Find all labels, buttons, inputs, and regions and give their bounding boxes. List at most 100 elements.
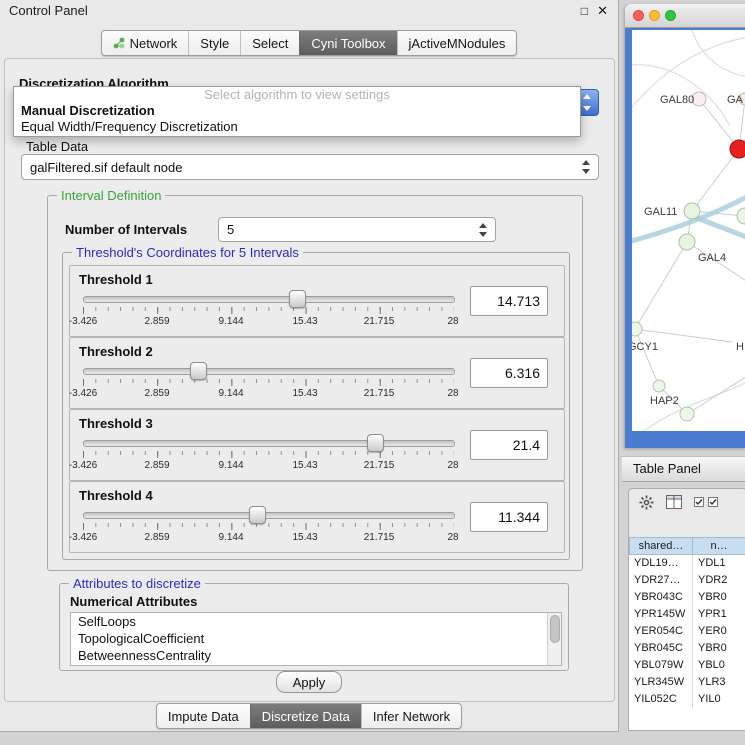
scrollbar[interactable] <box>547 613 561 665</box>
threshold-value-field[interactable]: 21.4 <box>470 430 548 460</box>
network-canvas[interactable]: GAL80GAGAL11GAL4GCY1HHAP2 <box>632 30 745 431</box>
column-header-name[interactable]: n… <box>693 537 745 555</box>
table-row[interactable]: YIL052CYIL0 <box>629 691 745 708</box>
numerical-attributes-list[interactable]: SelfLoopsTopologicalCoefficientBetweenne… <box>70 612 562 666</box>
slider-track[interactable] <box>83 512 455 519</box>
table-panel-header[interactable]: Table Panel <box>622 456 745 482</box>
scrollbar-thumb[interactable] <box>550 615 560 643</box>
table-cell[interactable]: YDL1 <box>693 555 745 572</box>
table-row[interactable]: YBR045CYBR0 <box>629 640 745 657</box>
dropdown-option-equal-width[interactable]: Equal Width/Frequency Discretization <box>14 119 580 135</box>
table-cell[interactable]: YPR1 <box>693 606 745 623</box>
threshold-value-field[interactable]: 14.713 <box>470 286 548 316</box>
tab-impute-data[interactable]: Impute Data <box>157 704 250 728</box>
table-cell[interactable]: YPR145W <box>629 606 693 623</box>
table-data-combobox[interactable]: galFiltered.sif default node <box>21 154 599 180</box>
gear-icon[interactable] <box>639 495 654 510</box>
slider-scale-label: 15.43 <box>292 460 317 471</box>
attribute-list-item[interactable]: BetweennessCentrality <box>71 647 561 664</box>
slider-thumb[interactable] <box>249 506 266 524</box>
table-cell[interactable]: YBL079W <box>629 657 693 674</box>
close-icon[interactable]: ✕ <box>597 0 608 22</box>
table-row[interactable]: YBR043CYBR0 <box>629 589 745 606</box>
number-of-intervals-label: Number of Intervals <box>65 222 187 237</box>
network-edge <box>699 99 739 149</box>
network-node[interactable] <box>737 208 745 224</box>
slider-track[interactable] <box>83 368 455 375</box>
minimize-traffic-light[interactable] <box>649 10 660 21</box>
dropdown-placeholder: Select algorithm to view settings <box>14 87 580 103</box>
zoom-traffic-light[interactable] <box>665 10 676 21</box>
slider-track[interactable] <box>83 440 455 447</box>
slider-thumb[interactable] <box>367 434 384 452</box>
column-header-shared-name[interactable]: shared… <box>629 537 693 555</box>
network-window-titlebar[interactable] <box>625 4 745 28</box>
attribute-list-item[interactable]: SelfLoops <box>71 613 561 630</box>
dropdown-option-manual[interactable]: Manual Discretization <box>14 103 580 119</box>
network-node[interactable] <box>730 140 745 158</box>
table-row[interactable]: YDR27…YDR2 <box>629 572 745 589</box>
table-row[interactable]: YDL19…YDL1 <box>629 555 745 572</box>
tab-label: jActiveMNodules <box>409 36 506 51</box>
threshold-slider[interactable]: -3.4262.8599.14415.4321.71528 <box>83 506 453 548</box>
apply-button[interactable]: Apply <box>276 671 342 693</box>
tab-select[interactable]: Select <box>240 31 299 55</box>
table-cell[interactable]: YLR345W <box>629 674 693 691</box>
table-row[interactable]: YBL079WYBL0 <box>629 657 745 674</box>
slider-scale-label: 15.43 <box>292 532 317 543</box>
number-of-intervals-combobox[interactable]: 5 <box>218 217 496 242</box>
slider-thumb[interactable] <box>289 290 306 308</box>
threshold-slider[interactable]: -3.4262.8599.14415.4321.71528 <box>83 290 453 332</box>
network-edge-thick <box>692 216 745 241</box>
network-node[interactable] <box>632 322 642 336</box>
slider-scale-label: 21.715 <box>364 316 395 327</box>
bottom-tabbar: Impute Data Discretize Data Infer Networ… <box>0 703 618 729</box>
checkbox-icon[interactable] <box>708 497 718 507</box>
tab-infer-network[interactable]: Infer Network <box>361 704 461 728</box>
control-panel-titlebar[interactable]: Control Panel □ ✕ <box>0 0 618 22</box>
network-edge <box>632 36 745 148</box>
table-cell[interactable]: YBR043C <box>629 589 693 606</box>
table-columns-icon[interactable] <box>666 495 682 509</box>
table-cell[interactable]: YIL052C <box>629 691 693 708</box>
table-cell[interactable]: YBR045C <box>629 640 693 657</box>
network-node[interactable] <box>684 203 700 219</box>
checkbox-icon[interactable] <box>694 497 704 507</box>
table-row[interactable]: YER054CYER0 <box>629 623 745 640</box>
close-traffic-light[interactable] <box>633 10 644 21</box>
table-cell[interactable]: YER054C <box>629 623 693 640</box>
slider-thumb[interactable] <box>190 362 207 380</box>
table-cell[interactable]: YDR2 <box>693 572 745 589</box>
tab-discretize-data[interactable]: Discretize Data <box>250 704 361 728</box>
network-node[interactable] <box>680 407 694 421</box>
table-cell[interactable]: YIL0 <box>693 691 745 708</box>
threshold-slider[interactable]: -3.4262.8599.14415.4321.71528 <box>83 434 453 476</box>
table-cell[interactable]: YBR0 <box>693 640 745 657</box>
slider-track[interactable] <box>83 296 455 303</box>
threshold-value-field[interactable]: 11.344 <box>470 502 548 532</box>
table-cell[interactable]: YDL19… <box>629 555 693 572</box>
table-header-row: shared… n… <box>629 537 745 555</box>
table-cell[interactable]: YBL0 <box>693 657 745 674</box>
tab-cyni-toolbox[interactable]: Cyni Toolbox <box>299 31 396 55</box>
table-cell[interactable]: YBR0 <box>693 589 745 606</box>
tab-style[interactable]: Style <box>188 31 240 55</box>
tab-label: Style <box>200 36 229 51</box>
table-cell[interactable]: YLR3 <box>693 674 745 691</box>
float-window-icon[interactable]: □ <box>581 0 588 22</box>
tab-network[interactable]: Network <box>102 31 189 55</box>
threshold-slider[interactable]: -3.4262.8599.14415.4321.71528 <box>83 362 453 404</box>
threshold-value-field[interactable]: 6.316 <box>470 358 548 388</box>
attribute-list-item[interactable]: TopologicalCoefficient <box>71 630 561 647</box>
tab-label: Select <box>252 36 288 51</box>
combobox-value: 5 <box>227 218 234 241</box>
slider-scale-label: -3.426 <box>69 316 97 327</box>
network-node[interactable] <box>653 380 665 392</box>
tab-jactivemnodules[interactable]: jActiveMNodules <box>397 31 517 55</box>
table-panel-window: shared… n… YDL19…YDL1YDR27…YDR2YBR043CYB… <box>628 488 745 731</box>
network-node[interactable] <box>679 234 695 250</box>
table-cell[interactable]: YDR27… <box>629 572 693 589</box>
table-row[interactable]: YLR345WYLR3 <box>629 674 745 691</box>
table-row[interactable]: YPR145WYPR1 <box>629 606 745 623</box>
table-cell[interactable]: YER0 <box>693 623 745 640</box>
